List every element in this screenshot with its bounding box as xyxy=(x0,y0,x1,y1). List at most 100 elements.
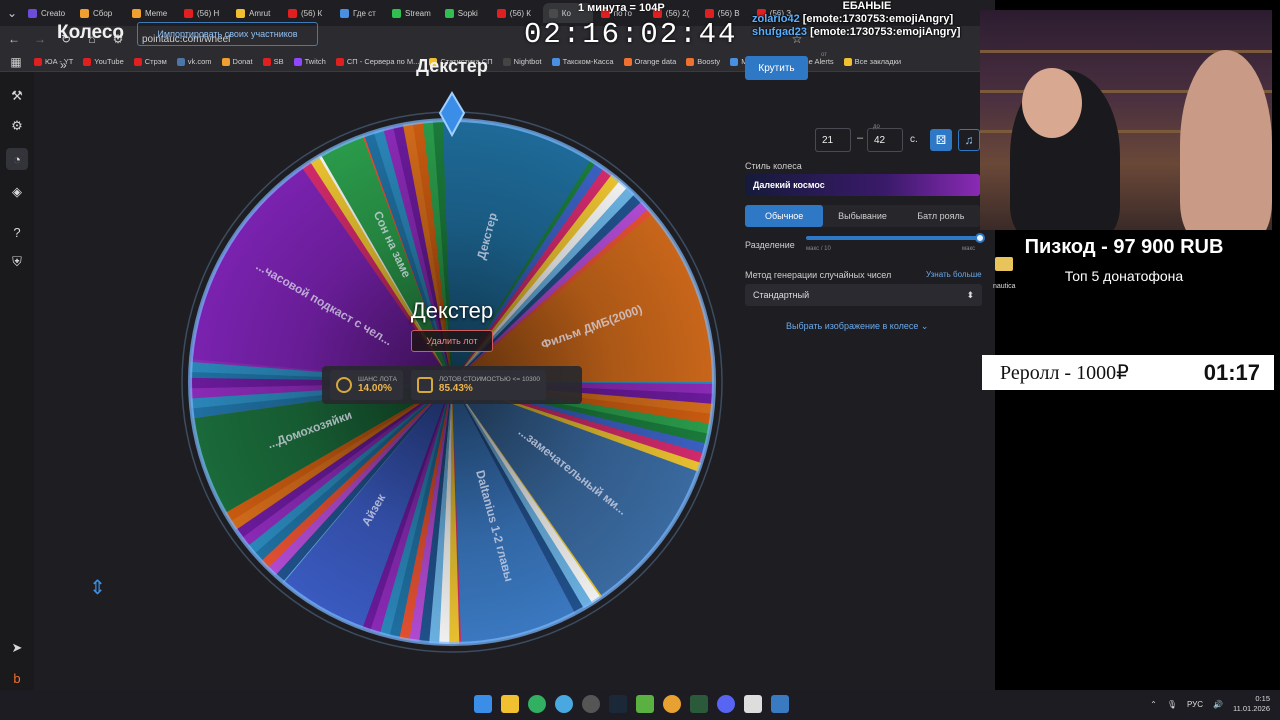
browser-tab[interactable]: (56) К xyxy=(282,3,332,23)
volume-icon[interactable]: 🔊 xyxy=(1213,700,1223,709)
top-donation-title: Пизкод - 97 900 RUB xyxy=(1024,236,1224,258)
rng-learn-more-link[interactable]: Узнать больше xyxy=(926,270,982,279)
excel-icon[interactable] xyxy=(690,695,708,713)
split-slider-thumb[interactable] xyxy=(975,233,985,243)
reroll-widget: Реролл - 1000₽ 01:17 xyxy=(982,355,1274,390)
tray-chevron-icon[interactable]: ⌃ xyxy=(1150,700,1157,709)
tab-label: (56) 2( xyxy=(665,8,690,18)
tab-list-icon[interactable]: ⌄ xyxy=(4,5,20,21)
chat-username: shufgad23 xyxy=(752,26,808,38)
expand-icon[interactable]: » xyxy=(60,58,67,72)
clock-time: 0:15 xyxy=(1255,694,1270,703)
forward-icon[interactable]: → xyxy=(32,31,48,47)
webcam-feed xyxy=(980,10,1272,230)
bookmark-favicon-icon xyxy=(83,57,92,66)
taskbar-apps xyxy=(474,695,789,713)
delete-lot-button[interactable]: Удалить лот xyxy=(411,330,493,352)
language-indicator[interactable]: РУС xyxy=(1187,700,1203,709)
split-slider-track[interactable] xyxy=(806,236,980,240)
browser-tab[interactable]: (56) Н xyxy=(178,3,228,23)
wheel[interactable]: ДекстерФильм ДМБ(2000)...замечательный м… xyxy=(150,55,750,655)
split-max-label: макс xyxy=(962,246,976,252)
bookmark-item[interactable]: ЮA - YT xyxy=(34,57,73,66)
wheel-style-select[interactable]: Далекий космос xyxy=(745,174,980,196)
bookmark-favicon-icon xyxy=(133,57,142,66)
music-icon[interactable]: ♫ xyxy=(958,129,980,151)
tab-favicon-icon xyxy=(496,8,506,18)
chrome-icon[interactable] xyxy=(528,695,546,713)
apps-icon[interactable]: ▦ xyxy=(8,54,24,70)
browser-tab[interactable]: Amrut xyxy=(230,3,280,23)
tab-label: (56) В xyxy=(717,8,740,18)
start-icon[interactable] xyxy=(474,695,492,713)
tab-favicon-icon xyxy=(704,8,714,18)
tab-label: (56) К xyxy=(301,8,323,18)
range-dash: – xyxy=(857,132,864,144)
browser-tab[interactable]: Где ст xyxy=(334,3,384,23)
select-arrow-icon: ⬍ xyxy=(966,289,974,300)
gavel-icon[interactable]: ⚒ xyxy=(9,88,25,104)
seconds-label: с. xyxy=(910,134,918,145)
browser-icon[interactable] xyxy=(663,695,681,713)
dice-icon[interactable]: ⚄ xyxy=(930,129,952,151)
from-seconds-input[interactable]: 21 xyxy=(815,128,851,152)
move-vertical-icon[interactable]: ⇕ xyxy=(89,575,106,600)
tab-favicon-icon xyxy=(444,8,454,18)
layers-icon[interactable]: ◈ xyxy=(9,184,25,200)
chance-label: ШАНС ЛОТА xyxy=(358,376,397,383)
minecraft-icon[interactable] xyxy=(636,695,654,713)
choose-image-label: Выбрать изображение в колесе xyxy=(786,321,919,331)
tab-favicon-icon xyxy=(392,8,401,18)
clock-date: 11.01.2026 xyxy=(1233,704,1270,713)
browser-tab[interactable]: Meme xyxy=(126,3,176,23)
bookmark-label: YouTube xyxy=(94,57,124,66)
rng-method-select[interactable]: Стандартный ⬍ xyxy=(745,284,982,306)
mode-tab[interactable]: Обычное xyxy=(745,205,824,227)
tab-favicon-icon xyxy=(80,8,89,18)
chat-message: shufgad23 [emote:1730753:emojiAngry] xyxy=(752,26,982,39)
taskbar: ⌃ 🎙 РУС 🔊 0:15 11.01.2026 xyxy=(0,690,1280,720)
bookmark-favicon-icon xyxy=(34,57,42,66)
overlay-panel xyxy=(995,230,1280,690)
to-seconds-input[interactable]: 42 xyxy=(867,128,903,152)
obs-icon[interactable] xyxy=(582,695,600,713)
rng-label: Метод генерации случайных чисел xyxy=(745,270,892,280)
wheel-icon[interactable]: ◔ xyxy=(6,148,28,170)
chat-message: zolario42 [emote:1730753:emojiAngry] xyxy=(752,13,982,26)
page-title: Колесо xyxy=(57,22,125,43)
bookmark-item[interactable]: YouTube xyxy=(83,57,124,66)
back-icon[interactable]: ← xyxy=(6,31,22,47)
spin-button[interactable]: Крутить xyxy=(745,56,808,80)
import-participants-button[interactable]: Импортировать своих участников xyxy=(137,22,318,46)
browser-tab[interactable]: Creato xyxy=(22,3,72,23)
chat-text: [emote:1730753:emojiAngry] xyxy=(810,26,961,38)
style-label: Стиль колеса xyxy=(745,161,802,171)
choose-image-link[interactable]: Выбрать изображение в колесе ⌄ xyxy=(786,321,928,332)
lot-stats: ШАНС ЛОТА 14.00% ЛОТОВ СТОИМОСТЬЮ <= 103… xyxy=(322,366,582,404)
browser-tab[interactable]: Sopki xyxy=(439,3,489,23)
tab-label: (56) К xyxy=(509,8,531,18)
help-icon[interactable]: ? xyxy=(9,224,25,240)
shield-icon[interactable]: ⛨ xyxy=(9,254,25,270)
clock[interactable]: 0:15 11.01.2026 xyxy=(1233,694,1270,714)
boosty-icon[interactable]: b xyxy=(9,670,25,686)
telegram-app-icon[interactable] xyxy=(555,695,573,713)
mode-tab[interactable]: Батл рояль xyxy=(902,205,980,227)
telegram-icon[interactable]: ➤ xyxy=(9,640,25,656)
mode-tab[interactable]: Выбывание xyxy=(823,205,901,227)
chat-text: [emote:1730753:emojiAngry] xyxy=(802,13,954,25)
tab-label: Stream xyxy=(405,8,431,18)
explorer-icon[interactable] xyxy=(501,695,519,713)
bookmark-item[interactable]: Все закладки xyxy=(843,57,901,66)
steam-icon[interactable] xyxy=(609,695,627,713)
browser-tab[interactable]: Stream xyxy=(386,3,437,23)
settings-icon[interactable]: ⚙ xyxy=(9,118,25,134)
discord-icon[interactable] xyxy=(717,695,735,713)
tab-label: (56) Н xyxy=(197,8,220,18)
app-icon[interactable] xyxy=(771,695,789,713)
capcut-icon[interactable] xyxy=(744,695,762,713)
mic-icon[interactable]: 🎙 xyxy=(1167,700,1177,709)
browser-tab[interactable]: Сбор xyxy=(74,3,124,23)
wheel-mode-tabs: Обычное Выбывание Батл рояль xyxy=(745,205,980,227)
chat-text: ЕБАНЫЕ xyxy=(842,0,892,12)
